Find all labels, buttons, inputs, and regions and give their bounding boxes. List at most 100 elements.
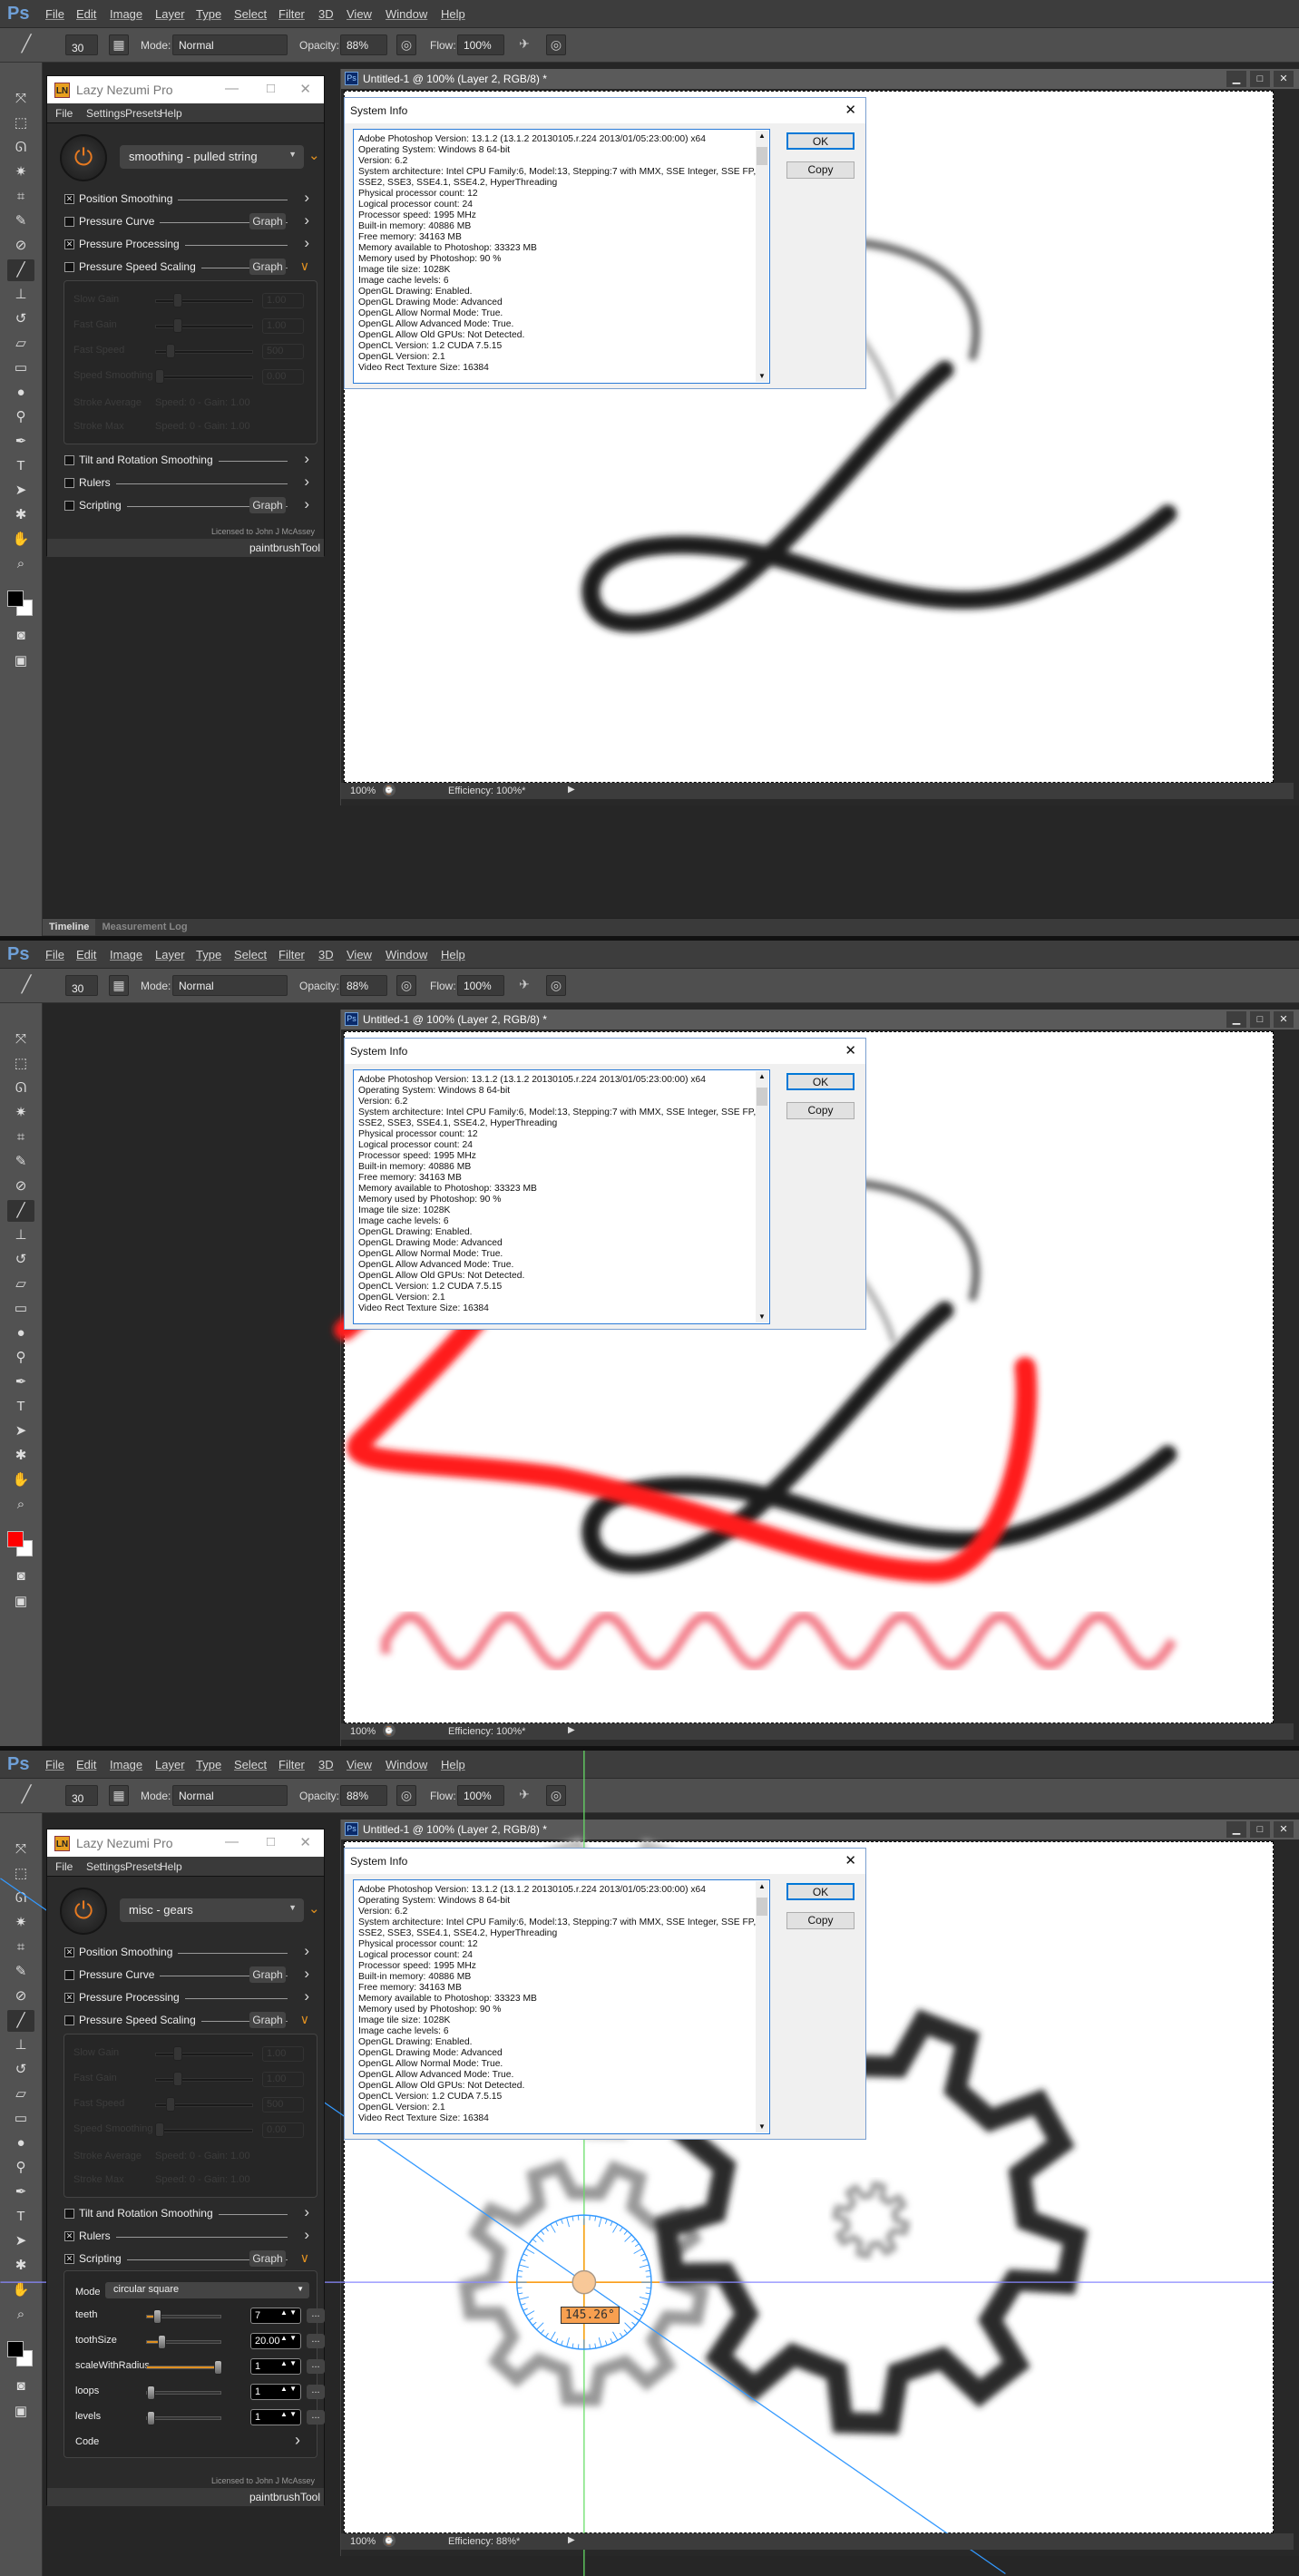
menu-3d[interactable]: 3D	[318, 1758, 334, 1771]
scrollbar-thumb[interactable]	[757, 1898, 767, 1916]
menu-3d[interactable]: 3D	[318, 7, 334, 21]
foreground-color-swatch[interactable]	[7, 1531, 24, 1547]
spinner-icon[interactable]: ▲ ▼	[280, 2386, 297, 2393]
checkbox[interactable]	[64, 2209, 74, 2219]
type-tool-icon[interactable]: T	[7, 455, 34, 477]
size-pressure-icon[interactable]: ◎	[546, 975, 566, 996]
brush-preset-icon[interactable]: ╱	[16, 34, 36, 55]
ok-button[interactable]: OK	[786, 132, 855, 150]
menu-help[interactable]: Help	[441, 948, 465, 961]
slider-value[interactable]: 1.00	[262, 293, 304, 308]
param-slider[interactable]	[146, 2360, 222, 2375]
chevron-right-icon[interactable]: ›	[304, 211, 309, 229]
dialog-close-icon[interactable]: ✕	[845, 1042, 856, 1059]
checkbox[interactable]: ✕	[64, 2231, 74, 2241]
brush-panel-icon[interactable]: ▦	[109, 1785, 129, 1806]
plugin-menu-settings[interactable]: Settings	[86, 1860, 125, 1873]
minimize-button[interactable]: ▁	[1226, 71, 1246, 87]
plugin-menu-help[interactable]: Help	[160, 1860, 182, 1873]
menu-type[interactable]: Type	[196, 948, 221, 961]
menu-select[interactable]: Select	[234, 948, 267, 961]
history-brush-icon[interactable]: ↺	[7, 2059, 34, 2081]
spinner-icon[interactable]: ▲ ▼	[280, 2360, 297, 2367]
eyedropper-icon[interactable]: ✎	[7, 1961, 34, 1983]
checkbox[interactable]	[64, 478, 74, 488]
history-brush-icon[interactable]: ↺	[7, 1249, 34, 1271]
menu-help[interactable]: Help	[441, 1758, 465, 1771]
menu-image[interactable]: Image	[110, 7, 142, 21]
flow-field[interactable]: 100%	[457, 1785, 504, 1806]
airbrush-icon[interactable]: ✈	[514, 975, 534, 996]
document-tab[interactable]: Ps Untitled-1 @ 100% (Layer 2, RGB/8) *	[341, 69, 1299, 89]
plugin-menu-help[interactable]: Help	[160, 107, 182, 120]
plugin-menu-settings[interactable]: Settings	[86, 107, 125, 120]
magic-wand-icon[interactable]: ✷	[7, 1102, 34, 1124]
crop-tool-icon[interactable]: ⌗	[7, 1937, 34, 1958]
zoom-tool-icon[interactable]: ⌕	[7, 1494, 34, 1516]
copy-button[interactable]: Copy	[786, 1102, 855, 1119]
power-button[interactable]: ⏻	[60, 1888, 107, 1935]
slider-handle[interactable]	[153, 2309, 162, 2324]
param-value-field[interactable]: 20.00 ▲ ▼	[250, 2333, 301, 2349]
checkbox[interactable]: ✕	[64, 1947, 74, 1957]
plugin-maximize-button[interactable]: □	[267, 81, 275, 96]
zoom-level[interactable]: 100%	[350, 1726, 376, 1737]
opacity-pressure-icon[interactable]: ◎	[396, 1785, 416, 1806]
history-brush-icon[interactable]: ↺	[7, 308, 34, 330]
zoom-level[interactable]: 100%	[350, 785, 376, 796]
menu-view[interactable]: View	[347, 1758, 372, 1771]
close-button[interactable]: ✕	[1274, 1011, 1294, 1028]
scrollbar[interactable]: ▲ ▼	[756, 1071, 768, 1322]
chevron-right-icon[interactable]: ›	[304, 1942, 309, 1960]
graph-button[interactable]: Graph	[249, 2250, 286, 2267]
dodge-tool-icon[interactable]: ⚲	[7, 406, 34, 428]
magic-wand-icon[interactable]: ✷	[7, 1912, 34, 1934]
graph-button[interactable]: Graph	[249, 2012, 286, 2028]
scrollbar-thumb[interactable]	[757, 1088, 767, 1106]
param-value-field[interactable]: 7 ▲ ▼	[250, 2308, 301, 2324]
quick-mask-icon[interactable]: ◙	[7, 1566, 34, 1587]
slider-handle[interactable]	[173, 318, 182, 333]
crop-tool-icon[interactable]: ⌗	[7, 1127, 34, 1148]
chevron-down-icon[interactable]: ∨	[300, 259, 309, 274]
brush-size-picker[interactable]: 30	[65, 1785, 98, 1806]
slider-track[interactable]	[155, 299, 253, 303]
status-menu-arrow[interactable]: ▶	[568, 1725, 575, 1735]
plugin-minimize-button[interactable]: ✕	[299, 81, 311, 97]
healing-brush-icon[interactable]: ⊘	[7, 1986, 34, 2007]
graph-button[interactable]: Graph	[249, 497, 286, 513]
screen-mode-icon[interactable]: ▣	[7, 2401, 34, 2423]
slider-value[interactable]: 0.00	[262, 2122, 304, 2138]
param-value-field[interactable]: 1 ▲ ▼	[250, 2384, 301, 2400]
document-tab[interactable]: Ps Untitled-1 @ 100% (Layer 2, RGB/8) *	[341, 1820, 1299, 1839]
shape-tool-icon[interactable]: ✱	[7, 504, 34, 526]
magic-wand-icon[interactable]: ✷	[7, 161, 34, 183]
dodge-tool-icon[interactable]: ⚲	[7, 2157, 34, 2179]
mode-select[interactable]: circular square ▼	[105, 2282, 309, 2298]
shape-tool-icon[interactable]: ✱	[7, 1445, 34, 1467]
menu-window[interactable]: Window	[386, 7, 427, 21]
chevron-right-icon[interactable]: ›	[304, 2203, 309, 2221]
scroll-down-icon[interactable]: ▼	[758, 371, 766, 382]
slider-value[interactable]: 500	[262, 2097, 304, 2113]
status-menu-arrow[interactable]: ▶	[568, 785, 575, 795]
brush-tool-icon[interactable]: ╱	[7, 259, 34, 281]
marquee-tool-icon[interactable]: ⬚	[7, 1863, 34, 1885]
graph-button[interactable]: Graph	[249, 213, 286, 229]
param-more-button[interactable]: ...	[307, 2308, 325, 2323]
slider-handle[interactable]	[166, 344, 175, 358]
chevron-right-icon[interactable]: ›	[304, 1987, 309, 2005]
marquee-tool-icon[interactable]: ⬚	[7, 112, 34, 134]
status-menu-arrow[interactable]: ▶	[568, 2535, 575, 2545]
plugin-minimize-button[interactable]: ✕	[299, 1834, 311, 1850]
chevron-right-icon[interactable]: ›	[304, 189, 309, 207]
checkbox[interactable]: ✕	[64, 194, 74, 204]
copy-button[interactable]: Copy	[786, 161, 855, 179]
minimize-button[interactable]: ▁	[1226, 1821, 1246, 1838]
slider-handle[interactable]	[214, 2360, 222, 2375]
minimize-button[interactable]: ▁	[1226, 1011, 1246, 1028]
graph-button[interactable]: Graph	[249, 259, 286, 275]
move-tool-icon[interactable]: ⤧	[7, 1029, 34, 1050]
scrollbar[interactable]: ▲ ▼	[756, 1881, 768, 2132]
chevron-right-icon[interactable]: ›	[295, 2431, 300, 2450]
